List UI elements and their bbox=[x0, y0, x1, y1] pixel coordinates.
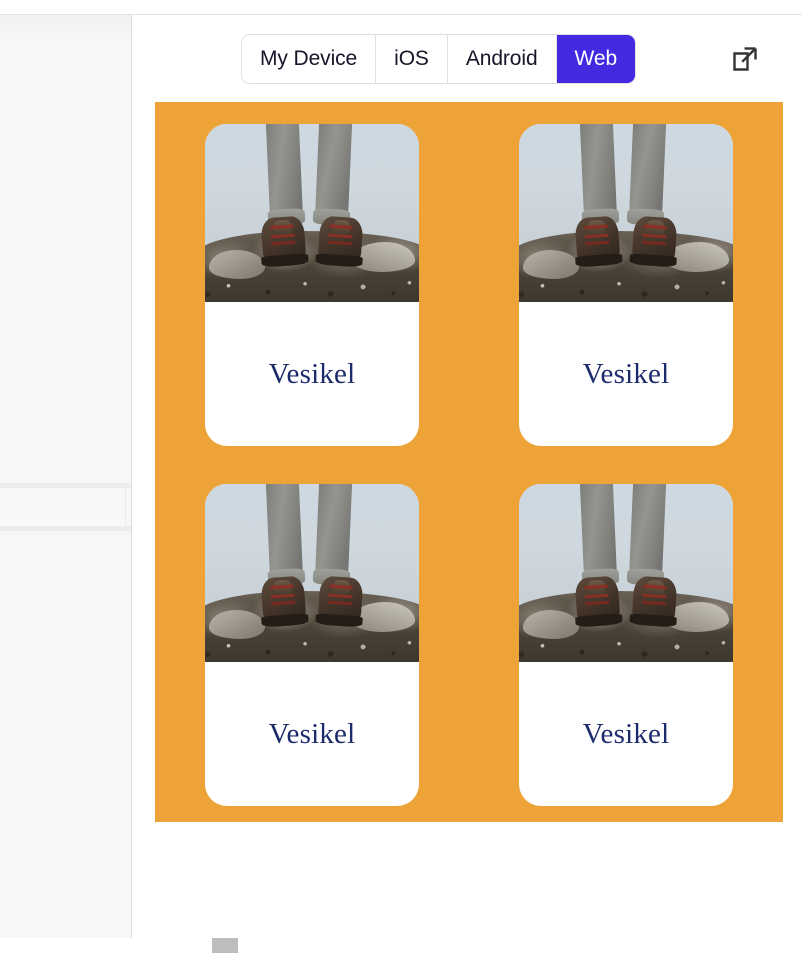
card-body: Vesikel bbox=[205, 662, 419, 806]
preview-footer-area bbox=[133, 822, 802, 938]
card-image bbox=[205, 124, 419, 302]
hiking-boots-photo bbox=[519, 124, 733, 302]
open-external-button[interactable] bbox=[725, 42, 765, 78]
preview-canvas: Vesikel Vesikel Vesikel Vesikel bbox=[155, 102, 783, 822]
product-card[interactable]: Vesikel bbox=[205, 484, 419, 806]
card-image bbox=[519, 124, 733, 302]
product-card[interactable]: Vesikel bbox=[519, 484, 733, 806]
card-title: Vesikel bbox=[582, 357, 670, 390]
segment-android[interactable]: Android bbox=[447, 35, 557, 83]
card-grid: Vesikel Vesikel Vesikel Vesikel bbox=[205, 124, 733, 806]
segment-web[interactable]: Web bbox=[556, 35, 636, 83]
hiking-boots-photo bbox=[205, 484, 419, 662]
card-image bbox=[519, 484, 733, 662]
segment-ios[interactable]: iOS bbox=[376, 35, 448, 83]
preview-window: My Device iOS Android Web Vesikel Vesike… bbox=[0, 0, 802, 953]
platform-segmented-control[interactable]: My Device iOS Android Web bbox=[241, 34, 637, 84]
card-image bbox=[205, 484, 419, 662]
segment-my-device[interactable]: My Device bbox=[242, 35, 377, 83]
hiking-boots-photo bbox=[519, 484, 733, 662]
product-card[interactable]: Vesikel bbox=[205, 124, 419, 446]
card-title: Vesikel bbox=[582, 717, 670, 750]
preview-stage: My Device iOS Android Web Vesikel Vesike… bbox=[133, 15, 802, 938]
card-body: Vesikel bbox=[519, 662, 733, 806]
card-title: Vesikel bbox=[268, 357, 356, 390]
hiking-boots-photo bbox=[205, 124, 419, 302]
window-top-strip bbox=[0, 0, 802, 14]
card-title: Vesikel bbox=[268, 717, 356, 750]
card-body: Vesikel bbox=[205, 302, 419, 446]
left-panel-scrollbar-track[interactable] bbox=[106, 15, 238, 953]
product-card[interactable]: Vesikel bbox=[519, 124, 733, 446]
external-link-icon bbox=[729, 43, 761, 78]
preview-toolbar: My Device iOS Android Web bbox=[133, 15, 802, 105]
card-body: Vesikel bbox=[519, 302, 733, 446]
